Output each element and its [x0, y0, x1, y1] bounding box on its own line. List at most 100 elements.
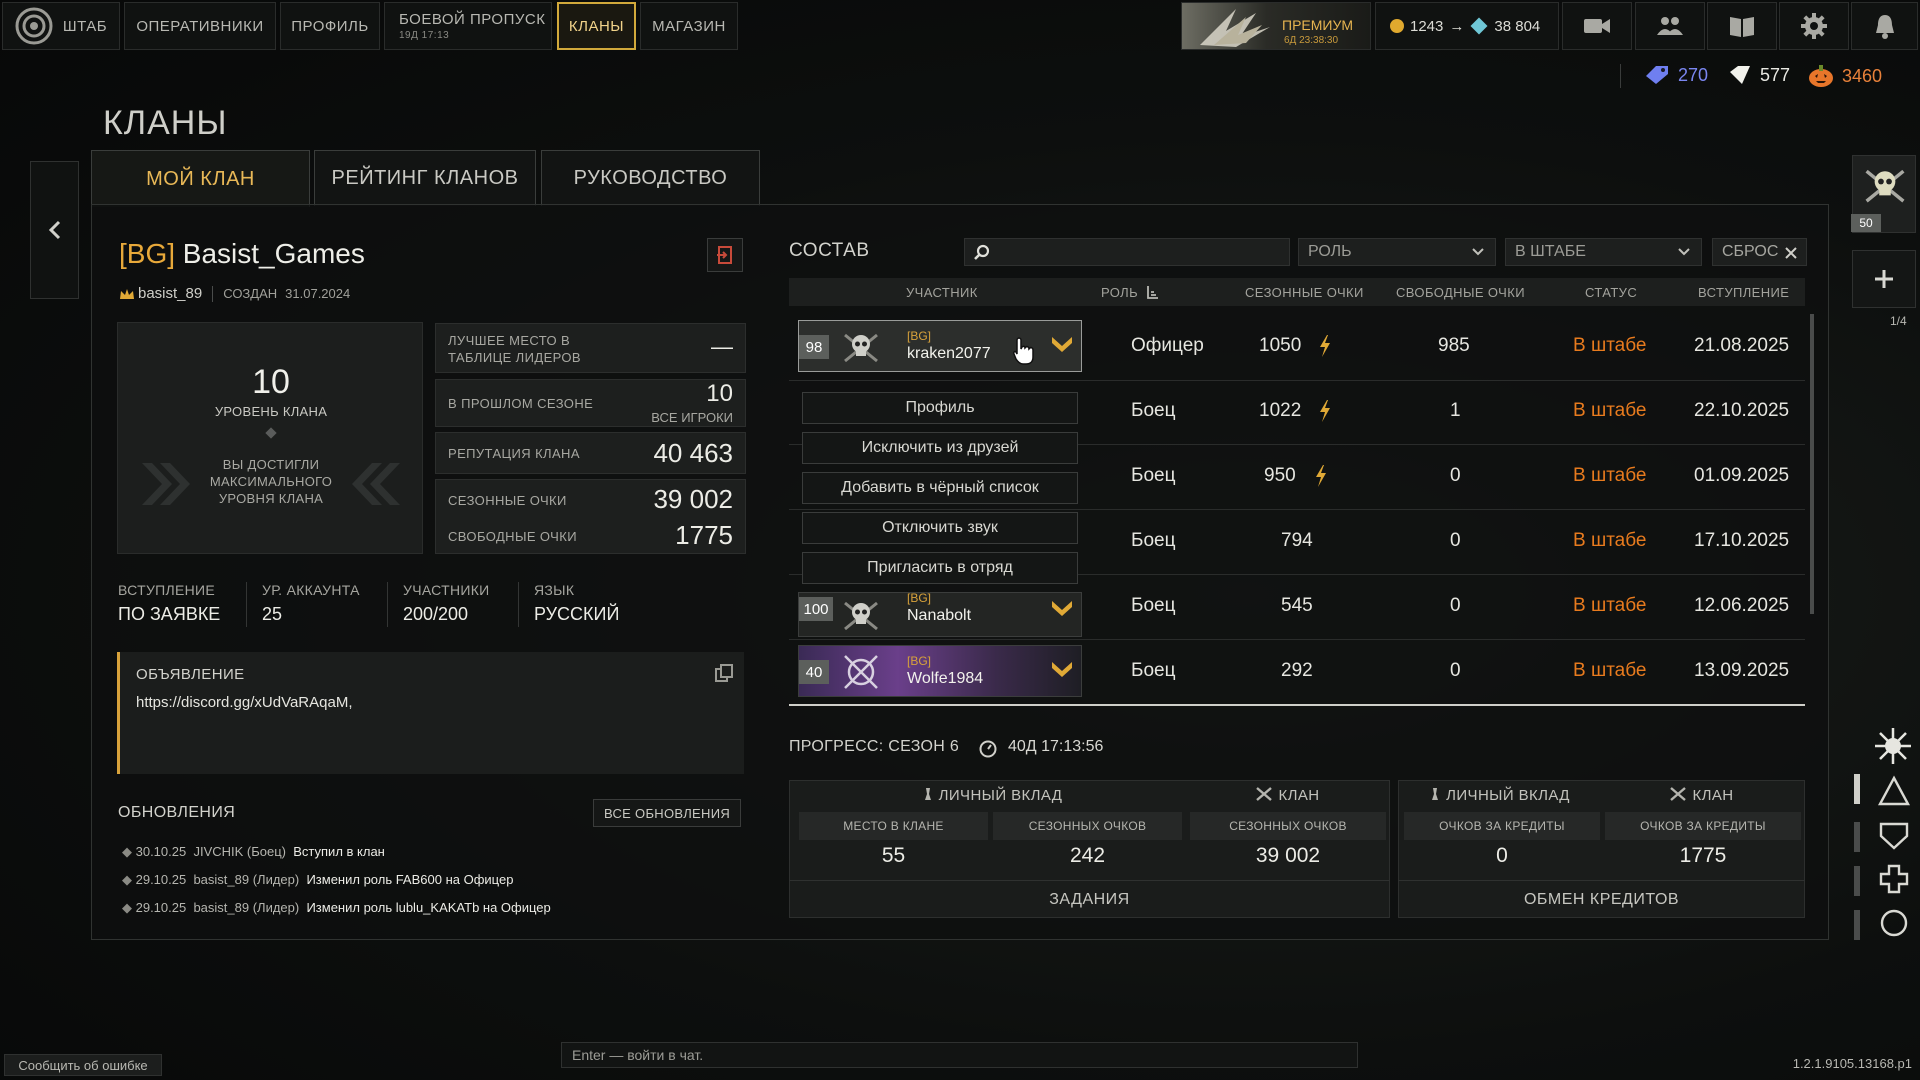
clan-leader: basist_89	[138, 285, 203, 302]
premium-button[interactable]: ПРЕМИУМ 6Д 23:38:30	[1181, 2, 1371, 50]
bullet-icon: ◆	[122, 900, 136, 915]
video-button[interactable]	[1562, 2, 1632, 50]
arrow-icon: →	[1449, 17, 1465, 35]
rank-chevron-icon	[1052, 601, 1072, 616]
member-status: В штабе	[1573, 400, 1647, 421]
logo-button[interactable]: ШТАБ	[2, 2, 120, 50]
credit-points-header: ОЧКОВ ЗА КРЕДИТЫ	[1404, 812, 1600, 840]
report-bug-button[interactable]: Сообщить об ошибке	[4, 1054, 162, 1076]
member-card-nanabolt[interactable]: 100 [BG] Nanabolt	[798, 591, 1082, 637]
member-card-wolfe1984[interactable]: 40 [BG] Wolfe1984	[798, 645, 1082, 697]
reputation-label: РЕПУТАЦИЯ КЛАНА	[448, 446, 580, 461]
roster-scrollbar[interactable]	[1810, 314, 1814, 614]
crosshair-emblem-icon	[844, 655, 878, 689]
premium-wings-icon	[1200, 9, 1270, 47]
cross-icon[interactable]	[1877, 862, 1911, 896]
reset-filters-button[interactable]: СБРОС	[1712, 238, 1807, 266]
update-text: Вступил в клан	[293, 844, 385, 859]
tasks-button[interactable]: ЗАДАНИЯ	[789, 881, 1390, 918]
shield-icon[interactable]	[1877, 818, 1911, 852]
codex-button[interactable]	[1707, 2, 1777, 50]
nav-clans[interactable]: КЛАНЫ	[557, 2, 636, 50]
nav-home-label: ШТАБ	[62, 17, 108, 35]
member-card-kraken2077[interactable]: 98 [BG] kraken2077	[798, 320, 1082, 372]
chevrons-left-icon	[352, 463, 400, 505]
leave-clan-button[interactable]	[707, 238, 743, 272]
nav-shop[interactable]: МАГАЗИН	[640, 2, 738, 50]
nav-operatives-label: ОПЕРАТИВНИКИ	[136, 17, 264, 35]
season-points-header: СЕЗОННЫХ ОЧКОВ	[993, 812, 1182, 840]
skull-emblem-icon	[1865, 169, 1905, 203]
tab-management[interactable]: РУКОВОДСТВО	[541, 150, 760, 206]
menu-item-invite-squad[interactable]: Пригласить в отряд	[802, 552, 1078, 584]
member-season-points: 1050	[1259, 335, 1302, 356]
clan-season-points-value: 39 002	[1255, 844, 1321, 867]
member-tag: [BG]	[907, 654, 932, 668]
menu-item-unfriend[interactable]: Исключить из друзей	[802, 432, 1078, 464]
friends-icon	[1657, 17, 1683, 35]
currency-divider	[1620, 64, 1621, 88]
member-role: Боец	[1131, 400, 1176, 421]
copy-icon[interactable]	[715, 664, 733, 682]
tab-my-clan[interactable]: МОЙ КЛАН	[91, 150, 310, 207]
col-status[interactable]: СТАТУС	[1585, 285, 1637, 300]
person-icon	[924, 788, 931, 800]
sort-icon[interactable]	[1146, 285, 1160, 299]
clan-icon	[1256, 787, 1273, 801]
nav-shop-label: МАГАЗИН	[652, 17, 726, 35]
nav-operatives[interactable]: ОПЕРАТИВНИКИ	[124, 2, 276, 50]
last-season-stat: В ПРОШЛОМ СЕЗОНЕ 10 ВСЕ ИГРОКИ	[435, 379, 746, 427]
roster-search-input[interactable]	[964, 238, 1290, 266]
exchange-credits-button[interactable]: ОБМЕН КРЕДИТОВ	[1398, 881, 1805, 918]
bolt-icon	[1316, 465, 1326, 487]
nav-battlepass[interactable]: БОЕВОЙ ПРОПУСК 19Д 17:13	[384, 2, 552, 50]
friends-button[interactable]	[1635, 2, 1705, 50]
member-free-points: 0	[1450, 530, 1461, 551]
col-role[interactable]: РОЛЬ	[1101, 285, 1138, 300]
member-role: Боец	[1131, 465, 1176, 486]
chevrons-right-icon	[142, 463, 190, 505]
reputation-stat: РЕПУТАЦИЯ КЛАНА 40 463	[435, 432, 746, 474]
clan-tag: [BG]	[119, 238, 176, 269]
add-button[interactable]	[1852, 250, 1916, 308]
triangle-icon[interactable]	[1877, 774, 1911, 808]
page-title: КЛАНЫ	[103, 104, 228, 142]
chat-input[interactable]: Enter — войти в чат.	[561, 1042, 1358, 1068]
member-joined: 17.10.2025	[1694, 530, 1790, 551]
location-filter-select[interactable]: В ШТАБЕ	[1505, 238, 1702, 266]
spider-emblem-icon[interactable]	[1872, 725, 1914, 767]
last-season-sub: ВСЕ ИГРОКИ	[651, 410, 733, 425]
member-level: 100	[799, 597, 833, 621]
role-filter-select[interactable]: РОЛЬ	[1298, 238, 1496, 266]
settings-button[interactable]	[1779, 2, 1849, 50]
member-name: kraken2077	[907, 345, 991, 362]
clan-credit-points-value: 1775	[1679, 844, 1727, 867]
currency-exchange[interactable]: 1243 → 38 804	[1375, 2, 1559, 50]
coin-icon	[1390, 19, 1404, 33]
gem-icon	[1470, 17, 1488, 35]
clan-emblem-button[interactable]: 50	[1851, 155, 1916, 233]
col-season-points[interactable]: СЕЗОННЫЕ ОЧКИ	[1245, 285, 1364, 300]
chat-placeholder: Enter — войти в чат.	[572, 1047, 704, 1063]
back-button[interactable]	[30, 161, 79, 299]
emblem-level-badge: 50	[1851, 214, 1881, 232]
col-free-points[interactable]: СВОБОДНЫЕ ОЧКИ	[1396, 285, 1525, 300]
search-icon	[974, 244, 990, 260]
skull-emblem-icon	[844, 333, 878, 363]
member-joined: 21.08.2025	[1694, 335, 1790, 356]
best-place-stat: ЛУЧШЕЕ МЕСТО В ТАБЛИЦЕ ЛИДЕРОВ —	[435, 323, 746, 373]
rank-chevron-icon	[1052, 337, 1072, 352]
tab-clan-rating[interactable]: РЕЙТИНГ КЛАНОВ	[314, 150, 536, 206]
clan-credit-points-header: ОЧКОВ ЗА КРЕДИТЫ	[1605, 812, 1801, 840]
place-in-clan-value: 55	[881, 844, 906, 867]
menu-item-profile[interactable]: Профиль	[802, 392, 1078, 424]
notifications-button[interactable]	[1851, 2, 1918, 50]
col-joined[interactable]: ВСТУПЛЕНИЕ	[1698, 285, 1789, 300]
nav-profile[interactable]: ПРОФИЛЬ	[280, 2, 380, 50]
all-updates-button[interactable]: ВСЕ ОБНОВЛЕНИЯ	[593, 799, 741, 827]
menu-item-blacklist[interactable]: Добавить в чёрный список	[802, 472, 1078, 504]
points-stat: СЕЗОННЫЕ ОЧКИ 39 002 СВОБОДНЫЕ ОЧКИ 1775	[435, 479, 746, 554]
menu-item-mute[interactable]: Отключить звук	[802, 512, 1078, 544]
col-member[interactable]: УЧАСТНИК	[906, 285, 978, 300]
circle-icon[interactable]	[1877, 906, 1911, 940]
